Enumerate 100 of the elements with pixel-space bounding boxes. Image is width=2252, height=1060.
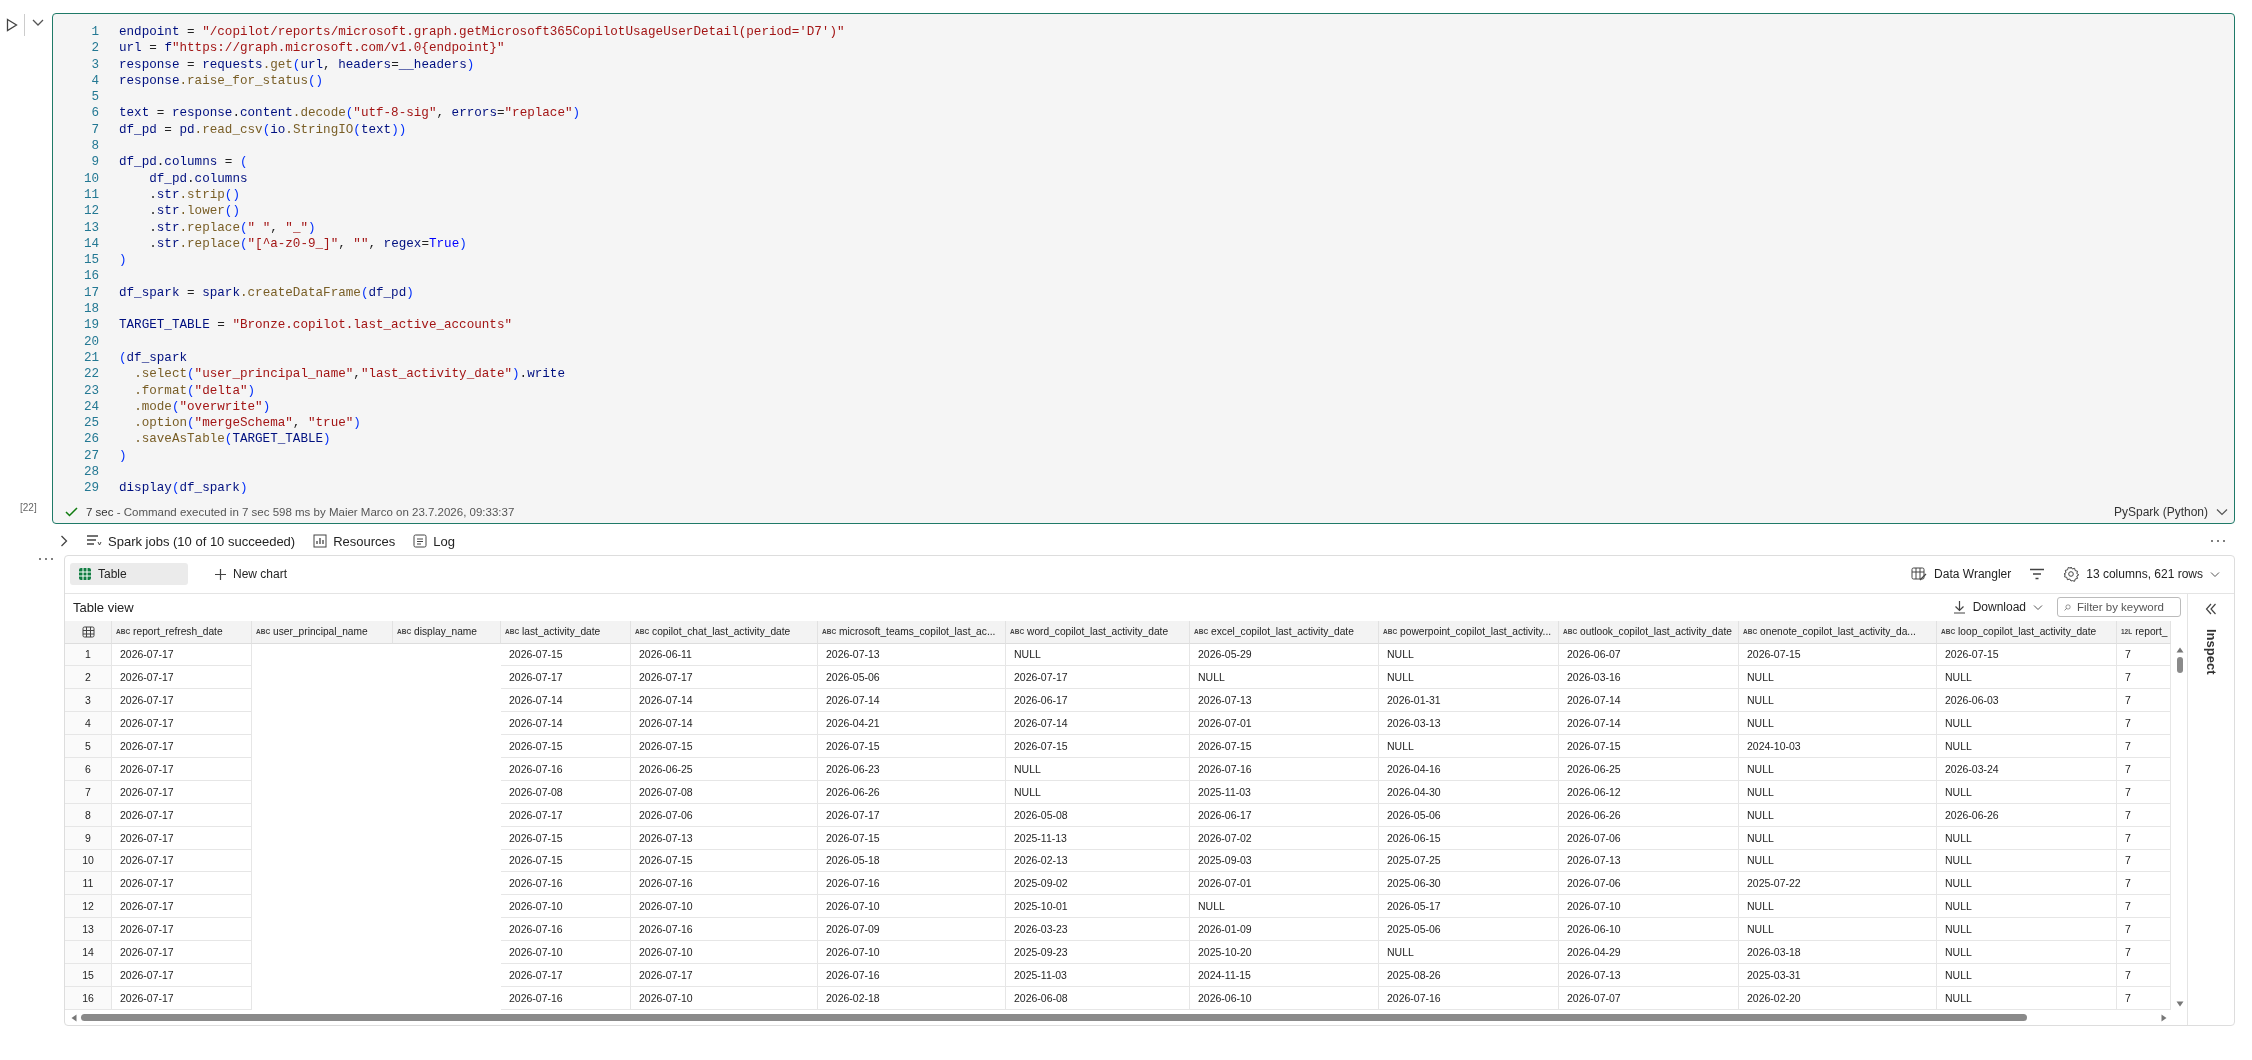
table-cell: 2026-02-18 [818,986,1006,1010]
line-number: 18 [82,301,100,318]
scrollbar-thumb[interactable] [2177,656,2183,673]
code-line: text = response.content.decode("utf-8-sig", errors="replace") [119,105,581,122]
resources-link[interactable]: Resources [313,533,396,549]
table-cell: NULL [1739,826,1937,850]
filter-field[interactable]: Filter by keyword [2057,597,2181,618]
columns-settings-button[interactable]: 13 columns, 621 rows [2063,566,2220,583]
scrollbar-thumb[interactable] [81,1014,2027,1022]
table-cell: NULL [1006,643,1190,667]
chevron-right-icon[interactable] [60,535,68,548]
line-number: 6 [90,105,100,122]
chevron-down-icon[interactable] [2216,507,2228,516]
table-view-title: Table view [73,599,134,615]
run-icon[interactable] [6,18,18,32]
table-cell: 2025-11-03 [1190,780,1379,804]
code-line: .format("delta") [133,382,256,399]
chevron-down-icon[interactable] [31,18,45,28]
line-number: 21 [82,349,100,367]
table-cell: 2026-06-11 [631,643,818,667]
table-cell: 2026-07-17 [1006,666,1190,690]
execution-count: [22] [20,502,37,513]
line-number: 4 [90,72,100,90]
line-number: 26 [82,431,100,448]
code-cell[interactable] [52,13,2235,524]
table-cell: 2026-07-06 [1559,872,1739,896]
table-cell: 2026-07-06 [631,803,818,827]
table-cell: 7 [2117,918,2171,942]
code-line: .saveAsTable(TARGET_TABLE) [133,431,331,448]
line-number: 14 [82,235,100,253]
code-line: (df_spark [119,349,188,367]
scroll-down-icon[interactable] [2176,1000,2184,1007]
download-icon[interactable] [1952,600,1966,615]
table-tab[interactable]: Table [70,563,188,586]
table-cell: 2026-07-16 [631,872,818,896]
table-cell: 7 [2117,689,2171,713]
line-number: 16 [82,268,100,285]
table-cell: 2026-07-17 [631,963,818,987]
table-cell: NULL [1739,780,1937,804]
spark-jobs-link[interactable]: Spark jobs (10 of 10 succeeded) [86,533,296,549]
scroll-right-icon[interactable] [2161,1013,2167,1022]
table-cell: 2026-07-10 [501,895,631,919]
table-cell: 2024-10-03 [1739,735,1937,758]
table-cell: NULL [1006,757,1190,781]
table-cell: 2026-05-17 [1379,895,1559,919]
line-number: 13 [82,219,100,236]
collapse-icon[interactable] [2205,602,2217,615]
table-cell: NULL [1739,712,1937,736]
new-chart-tab[interactable]: New chart [206,563,296,586]
line-number: 12 [82,203,100,220]
code-line: TARGET_TABLE = "Bronze.copilot.last_active_accounts" [119,317,513,334]
table-cell: 2026-07-15 [818,826,1006,850]
code-line: .select("user_principal_name","last_activity_date").write [133,366,565,383]
language-selector[interactable]: PySpark (Python) [2113,504,2228,519]
code-line: df_pd.columns = ( [119,154,248,171]
table-cell: 2026-03-13 [1379,712,1559,736]
line-number: 8 [90,138,100,155]
table-cell: 2026-07-16 [818,963,1006,987]
table-cell: NULL [1379,643,1559,667]
table-cell: 2026-07-14 [501,712,631,736]
scroll-up-icon[interactable] [2176,646,2184,653]
table-cell: 2026-07-10 [1559,895,1739,919]
table-cell: 2026-07-15 [1006,735,1190,758]
bar-chart-icon[interactable] [313,534,328,549]
row-number: 1 [65,643,112,667]
filter-icon[interactable] [2029,568,2046,581]
table-cell: NULL [1937,918,2117,942]
more-icon[interactable] [38,556,54,561]
line-number: 25 [82,415,100,432]
row-number: 7 [65,780,112,804]
table-edit-icon[interactable] [1911,566,1928,582]
row-number: 13 [65,918,112,942]
data-wrangler-button[interactable]: Data Wrangler [1911,566,2012,582]
line-number: 29 [82,480,100,497]
table-cell: 2026-06-10 [1190,986,1379,1010]
table-cell: 2026-07-17 [631,666,818,690]
code-line: df_spark = spark.createDataFrame(df_pd) [119,284,414,302]
table-cell: 2026-06-25 [1559,757,1739,781]
more-icon[interactable] [2210,539,2226,544]
log-link[interactable]: Log [413,533,455,549]
table-cell: 2026-07-09 [818,918,1006,942]
plus-icon[interactable] [214,567,227,581]
table-cell: 2026-03-24 [1937,757,2117,781]
table-cell: 2025-11-03 [1006,963,1190,987]
line-number: 1 [90,24,100,41]
inspect-tab[interactable]: Inspect [2203,628,2219,675]
document-icon[interactable] [413,534,428,549]
table-cell: 2026-07-17 [501,963,631,987]
download-button[interactable]: Download [1952,600,2043,615]
line-number: 7 [90,121,100,139]
check-icon [65,506,78,517]
table-icon[interactable] [78,567,92,582]
table-cell: 2026-06-23 [818,757,1006,781]
table-cell: NULL [1937,849,2117,873]
table-cell: 2026-07-14 [1559,689,1739,713]
table-cell: 7 [2117,849,2171,873]
settings-icon[interactable] [2063,566,2080,583]
scroll-left-icon[interactable] [71,1013,77,1022]
table-cell: 2026-05-06 [1379,803,1559,827]
table-cell: 2026-04-16 [1379,757,1559,781]
